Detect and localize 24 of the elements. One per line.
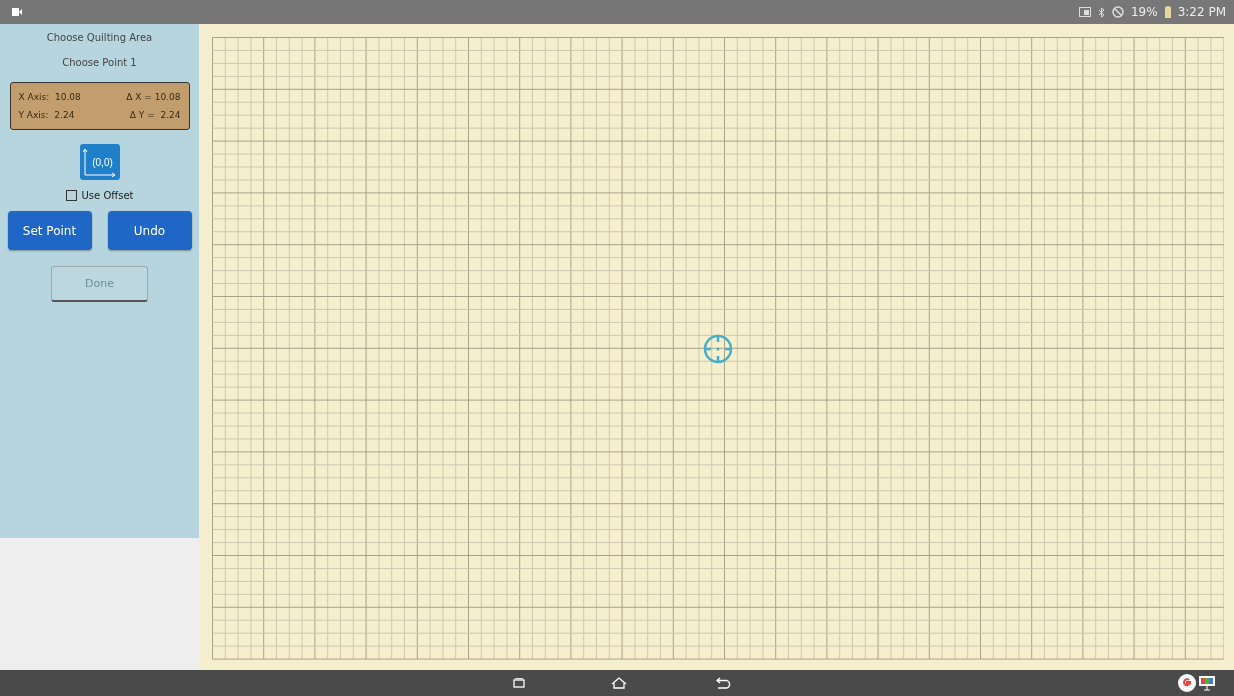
- use-offset-label: Use Offset: [81, 190, 134, 201]
- cast-icon: [1078, 7, 1091, 17]
- home-icon[interactable]: [611, 677, 627, 689]
- battery-icon: [1164, 6, 1171, 18]
- y-axis-reading: Y Axis: 2.24: [18, 110, 76, 120]
- back-icon[interactable]: [716, 677, 732, 689]
- recent-apps-icon[interactable]: [513, 678, 525, 688]
- presentation-icon[interactable]: [1198, 675, 1216, 691]
- use-offset-checkbox[interactable]: [65, 190, 77, 201]
- delta-x-reading: Δ X = 10.08: [126, 92, 181, 102]
- panel-title: Choose Quilting Area: [46, 32, 153, 43]
- clock: 3:22 PM: [1177, 5, 1226, 19]
- video-icon: [12, 8, 22, 16]
- set-point-button[interactable]: Set Point: [7, 211, 92, 250]
- delta-y-reading: Δ Y = 2.24: [128, 110, 181, 120]
- bluetooth-icon: [1097, 6, 1105, 18]
- do-not-disturb-icon: [1111, 6, 1124, 18]
- axes-icon: [82, 147, 117, 177]
- google-icon[interactable]: [1178, 674, 1196, 692]
- undo-button[interactable]: Undo: [107, 211, 192, 250]
- panel-subtitle: Choose Point 1: [62, 57, 137, 68]
- battery-percent: 19%: [1130, 5, 1158, 19]
- x-axis-reading: X Axis: 10.08: [18, 92, 82, 102]
- origin-button[interactable]: (0,0): [79, 144, 120, 180]
